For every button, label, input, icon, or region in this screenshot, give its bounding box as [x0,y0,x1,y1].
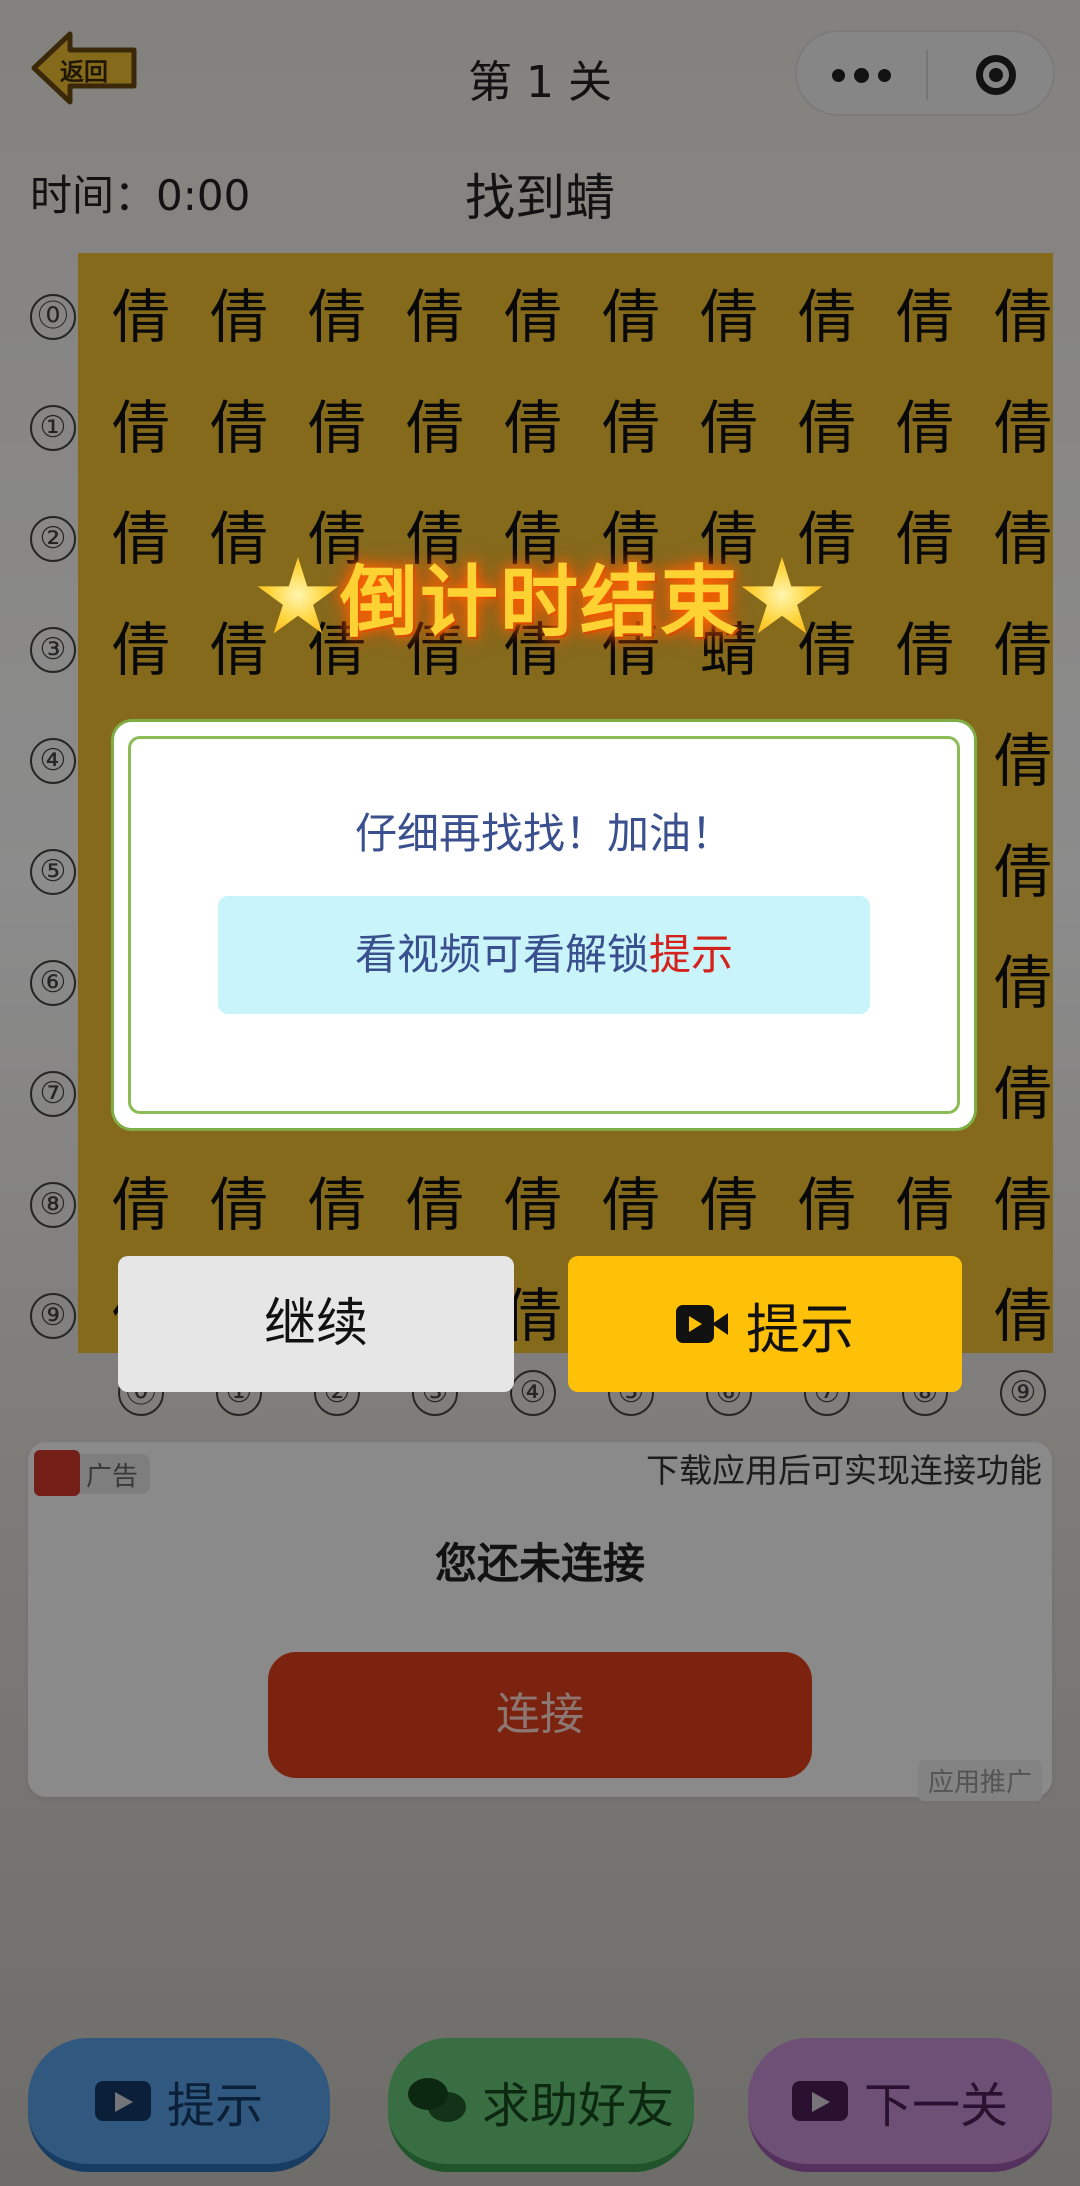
modal-hint-label: 提示 [746,1297,854,1361]
continue-button[interactable]: 继续 [118,1256,514,1392]
video-camera-icon [676,1305,728,1343]
dialog-message: 仔细再找找！加油！ [354,809,733,858]
video-hint-highlight: 提示 [649,930,734,979]
countdown-ended-text: 倒计时结束 [339,558,740,648]
countdown-ended-title: 倒计时结束 [0,540,1080,652]
result-dialog: 仔细再找找！加油！ 看视频可看解锁提示 [114,722,974,1128]
modal-hint-button[interactable]: 提示 [568,1256,962,1392]
star-icon [741,557,823,634]
video-hint-text: 看视频可看解锁 [354,930,649,979]
video-hint-box[interactable]: 看视频可看解锁提示 [218,896,870,1014]
star-icon [257,557,339,634]
